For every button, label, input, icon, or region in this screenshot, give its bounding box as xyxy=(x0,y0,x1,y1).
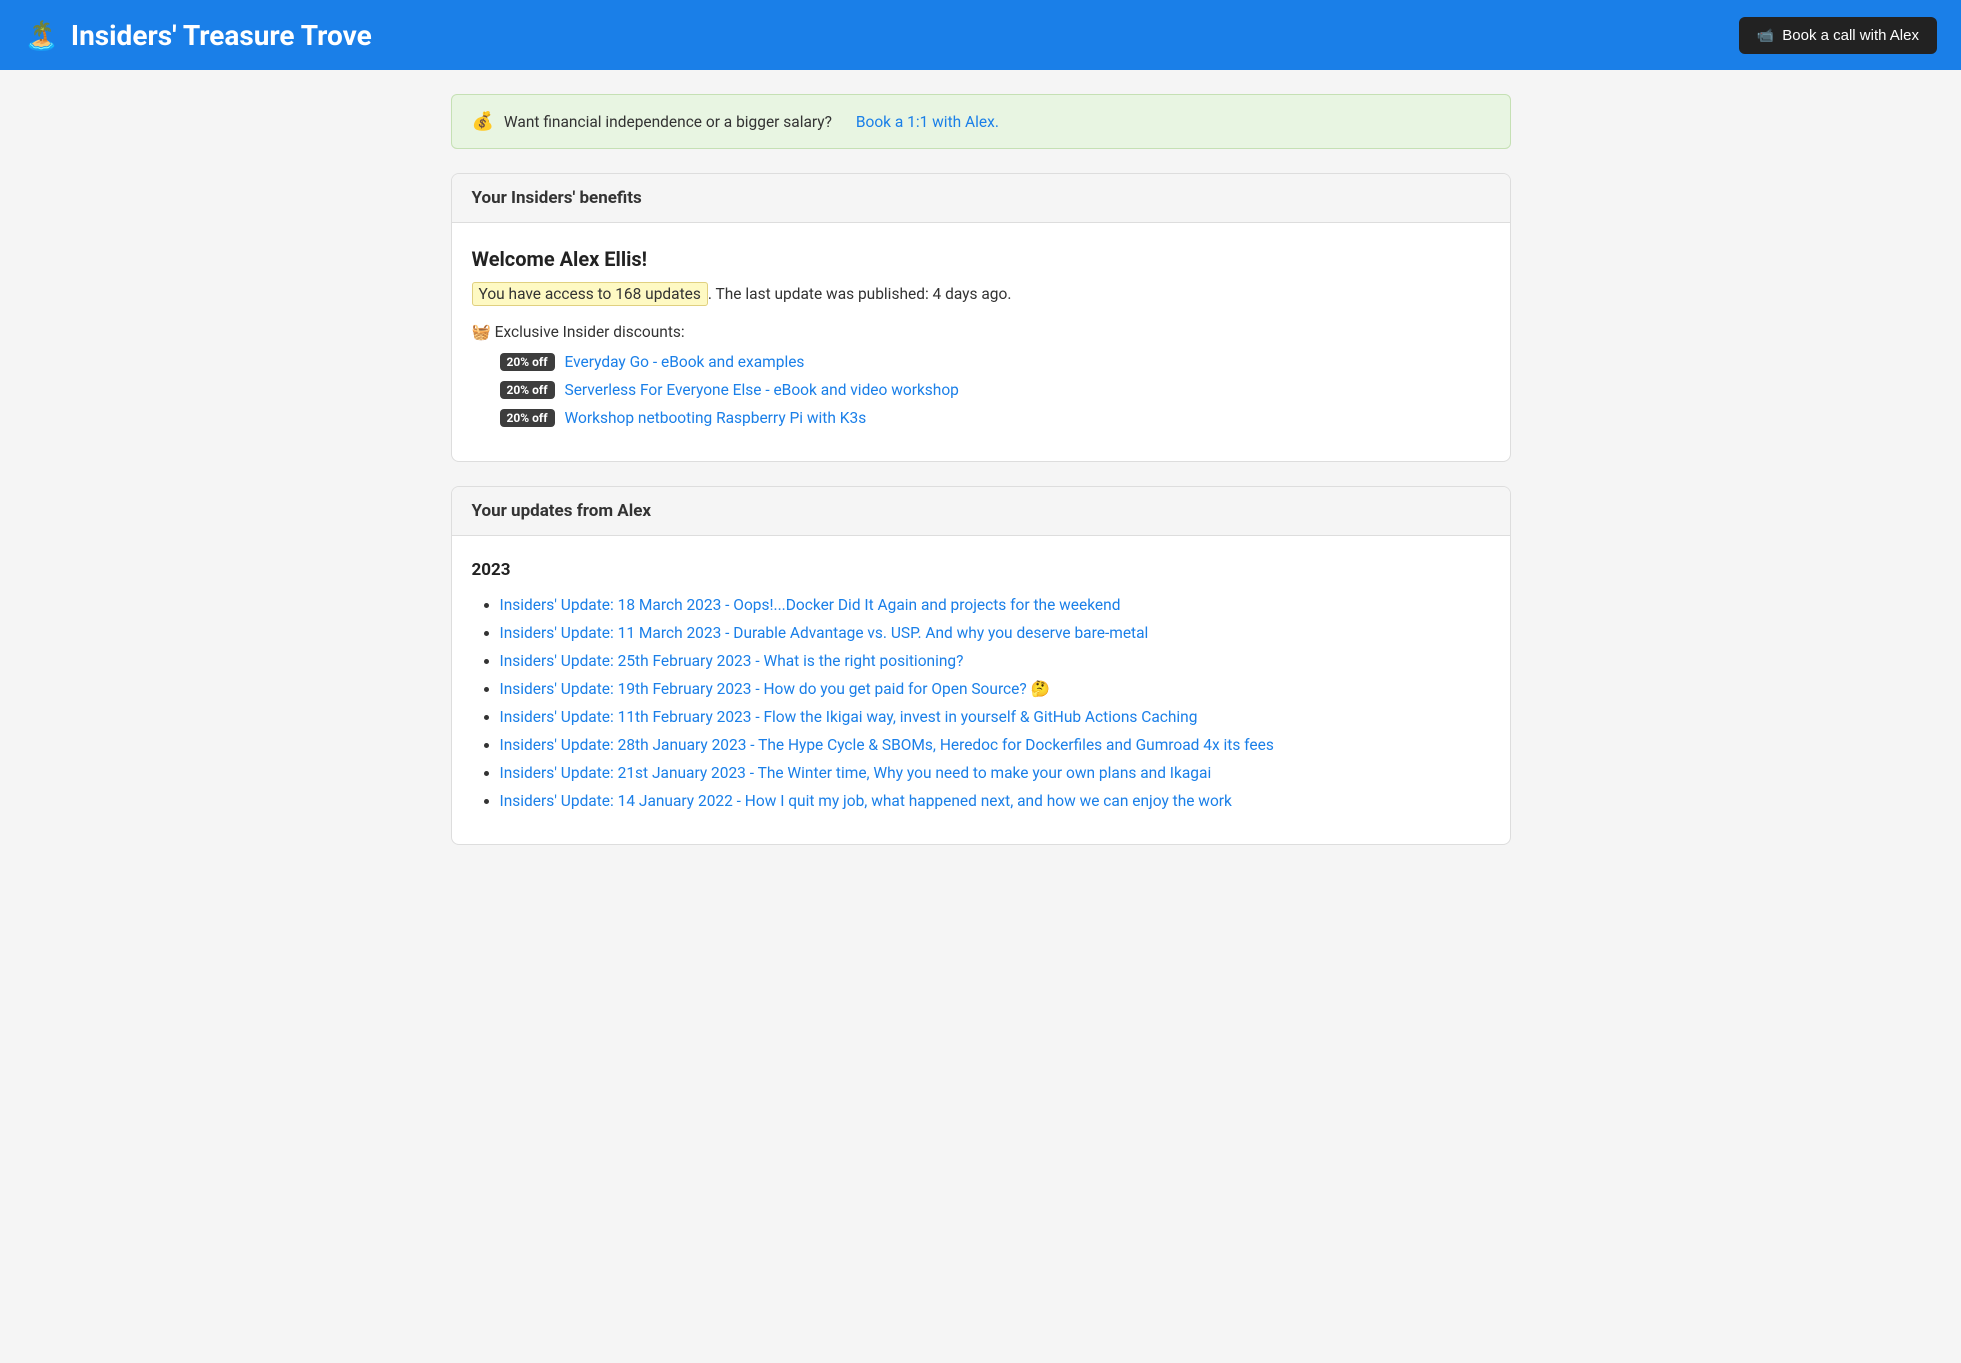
updates-list: Insiders' Update: 18 March 2023 - Oops!.… xyxy=(472,596,1490,810)
discount-link-1[interactable]: Everyday Go - eBook and examples xyxy=(565,353,805,371)
access-badge: You have access to 168 updates xyxy=(472,282,708,306)
welcome-title: Welcome Alex Ellis! xyxy=(472,247,1490,271)
book-call-button[interactable]: 📹 Book a call with Alex xyxy=(1739,17,1937,54)
promo-banner: 💰 Want financial independence or a bigge… xyxy=(451,94,1511,149)
list-item: Insiders' Update: 21st January 2023 - Th… xyxy=(500,764,1490,782)
update-link-7[interactable]: Insiders' Update: 21st January 2023 - Th… xyxy=(500,764,1212,782)
list-item: 20% off Workshop netbooting Raspberry Pi… xyxy=(500,409,1490,427)
discount-badge-3: 20% off xyxy=(500,409,555,427)
updates-year: 2023 xyxy=(472,560,1490,580)
benefits-card-body: Welcome Alex Ellis! You have access to 1… xyxy=(452,223,1510,461)
logo-icon: 🏝️ xyxy=(24,19,59,52)
update-link-8[interactable]: Insiders' Update: 14 January 2022 - How … xyxy=(500,792,1232,810)
header: 🏝️ Insiders' Treasure Trove 📹 Book a cal… xyxy=(0,0,1961,70)
update-link-4[interactable]: Insiders' Update: 19th February 2023 - H… xyxy=(500,680,1050,698)
video-icon: 📹 xyxy=(1757,27,1774,44)
updates-card-header: Your updates from Alex xyxy=(452,487,1510,536)
discount-badge-1: 20% off xyxy=(500,353,555,371)
money-icon: 💰 xyxy=(472,111,494,132)
update-link-5[interactable]: Insiders' Update: 11th February 2023 - F… xyxy=(500,708,1198,726)
list-item: Insiders' Update: 28th January 2023 - Th… xyxy=(500,736,1490,754)
updates-card-body: 2023 Insiders' Update: 18 March 2023 - O… xyxy=(452,536,1510,844)
list-item: 20% off Serverless For Everyone Else - e… xyxy=(500,381,1490,399)
list-item: Insiders' Update: 18 March 2023 - Oops!.… xyxy=(500,596,1490,614)
banner-link[interactable]: Book a 1:1 with Alex. xyxy=(856,113,999,131)
banner-text: Want financial independence or a bigger … xyxy=(504,113,832,131)
discount-link-2[interactable]: Serverless For Everyone Else - eBook and… xyxy=(565,381,959,399)
discount-link-3[interactable]: Workshop netbooting Raspberry Pi with K3… xyxy=(565,409,867,427)
list-item: 20% off Everyday Go - eBook and examples xyxy=(500,353,1490,371)
brand: 🏝️ Insiders' Treasure Trove xyxy=(24,19,372,52)
update-link-6[interactable]: Insiders' Update: 28th January 2023 - Th… xyxy=(500,736,1274,754)
benefits-card: Your Insiders' benefits Welcome Alex Ell… xyxy=(451,173,1511,462)
benefits-card-header: Your Insiders' benefits xyxy=(452,174,1510,223)
list-item: Insiders' Update: 19th February 2023 - H… xyxy=(500,680,1490,698)
updates-card-title: Your updates from Alex xyxy=(472,501,652,521)
discount-badge-2: 20% off xyxy=(500,381,555,399)
update-link-3[interactable]: Insiders' Update: 25th February 2023 - W… xyxy=(500,652,964,670)
list-item: Insiders' Update: 11th February 2023 - F… xyxy=(500,708,1490,726)
access-line: You have access to 168 updates. The last… xyxy=(472,285,1490,303)
discount-list: 20% off Everyday Go - eBook and examples… xyxy=(472,353,1490,427)
update-link-1[interactable]: Insiders' Update: 18 March 2023 - Oops!.… xyxy=(500,596,1121,614)
list-item: Insiders' Update: 14 January 2022 - How … xyxy=(500,792,1490,810)
list-item: Insiders' Update: 25th February 2023 - W… xyxy=(500,652,1490,670)
updates-card: Your updates from Alex 2023 Insiders' Up… xyxy=(451,486,1511,845)
access-text-after: . The last update was published: 4 days … xyxy=(708,285,1012,303)
discounts-title: 🧺 Exclusive Insider discounts: xyxy=(472,323,1490,341)
benefits-card-title: Your Insiders' benefits xyxy=(472,188,642,208)
book-call-label: Book a call with Alex xyxy=(1782,27,1919,44)
list-item: Insiders' Update: 11 March 2023 - Durabl… xyxy=(500,624,1490,642)
site-title: Insiders' Treasure Trove xyxy=(71,19,372,52)
main-content: 💰 Want financial independence or a bigge… xyxy=(431,70,1531,893)
update-link-2[interactable]: Insiders' Update: 11 March 2023 - Durabl… xyxy=(500,624,1149,642)
